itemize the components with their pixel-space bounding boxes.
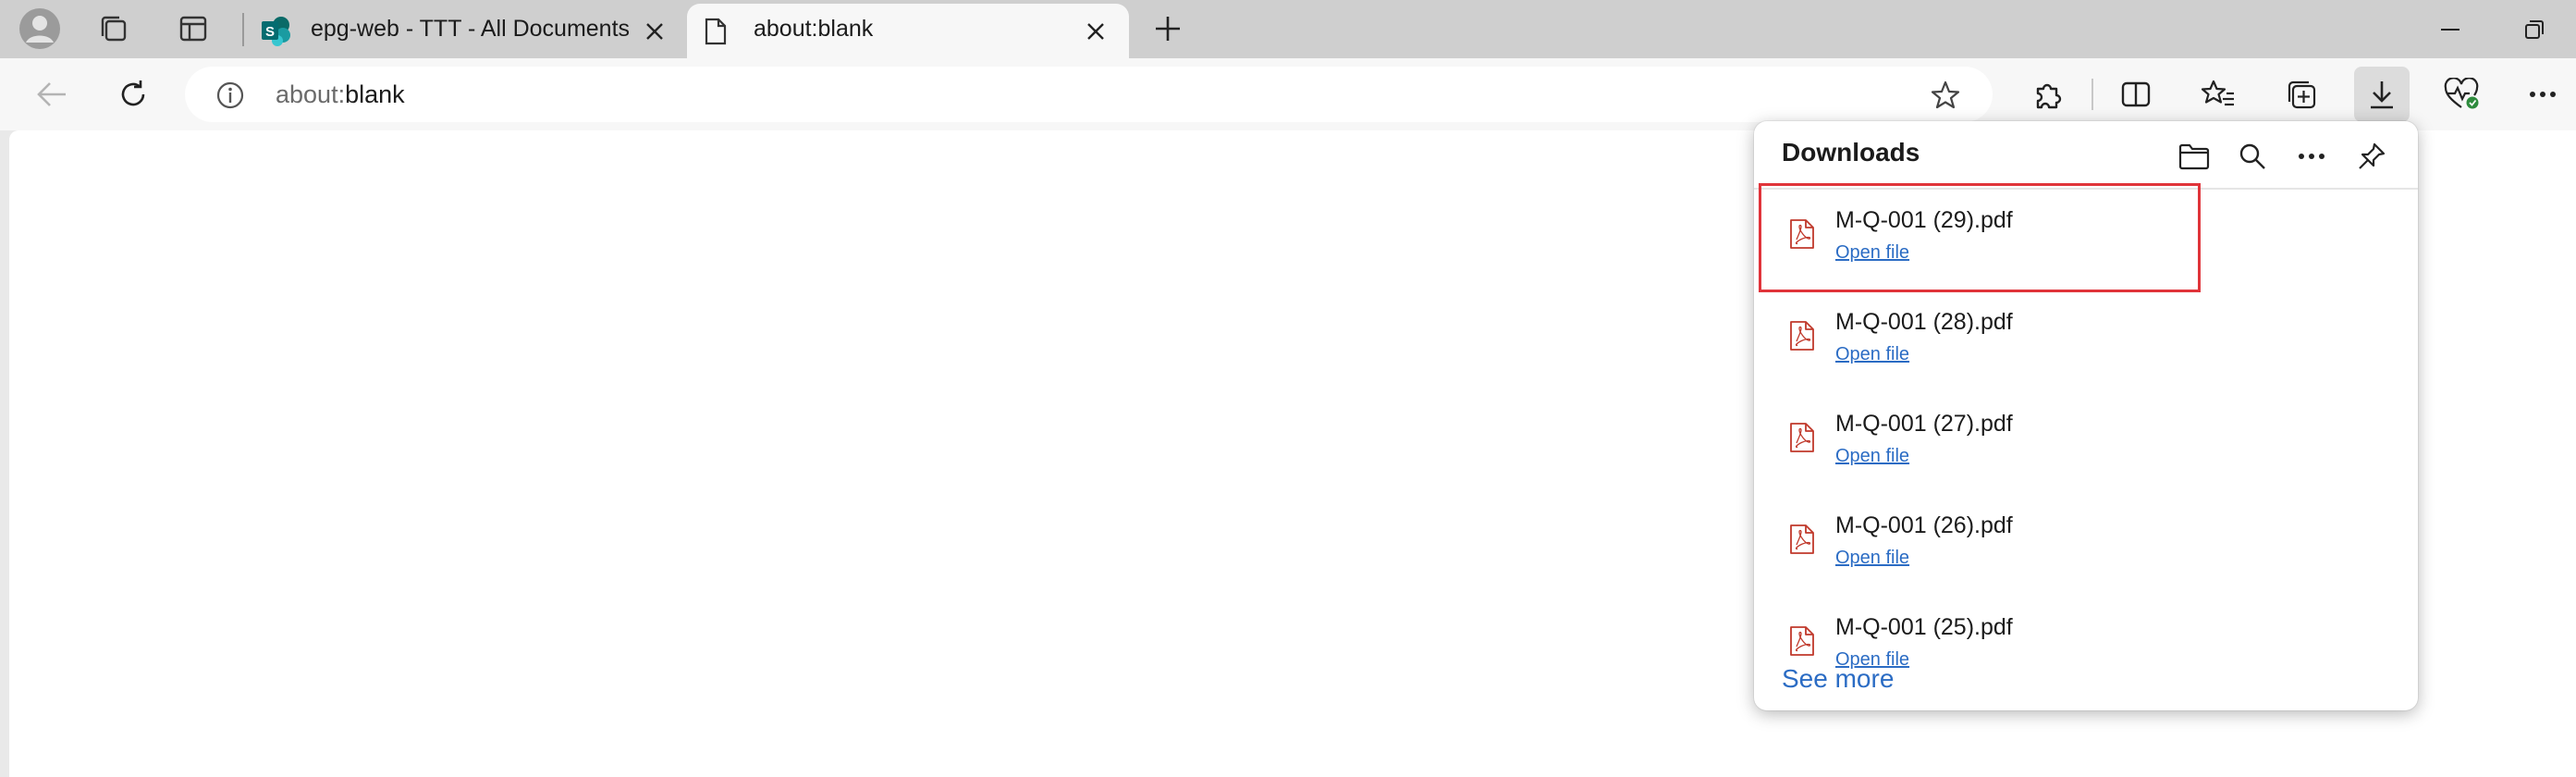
open-file-link[interactable]: Open file xyxy=(1835,548,1909,569)
tab-about-blank[interactable]: about:blank xyxy=(687,4,1129,58)
downloads-button[interactable] xyxy=(2354,67,2410,122)
favorites-list-icon xyxy=(2201,79,2236,110)
split-screen-button[interactable] xyxy=(2108,67,2164,122)
close-icon xyxy=(645,22,664,41)
sharepoint-icon: S xyxy=(261,15,292,46)
collections-icon xyxy=(2285,78,2318,111)
address-scheme: about: xyxy=(276,80,346,108)
tab-close-button[interactable] xyxy=(638,15,671,48)
new-tab-button[interactable] xyxy=(1139,6,1196,51)
download-filename: M-Q-001 (26).pdf xyxy=(1835,512,2013,538)
back-button[interactable] xyxy=(24,67,80,122)
split-screen-icon xyxy=(2120,80,2152,108)
open-file-link[interactable]: Open file xyxy=(1835,446,1909,467)
info-icon[interactable] xyxy=(216,81,244,109)
pdf-file-icon xyxy=(1789,524,1815,555)
search-icon xyxy=(2239,142,2266,170)
back-arrow-icon xyxy=(36,80,67,108)
favorite-star-icon[interactable] xyxy=(1930,80,1961,111)
profile-avatar-icon xyxy=(18,7,61,50)
more-horizontal-icon xyxy=(2529,91,2557,98)
collections-button[interactable] xyxy=(2274,67,2329,122)
download-item[interactable]: M-Q-001 (28).pdf Open file xyxy=(1763,296,2409,385)
more-horizontal-icon xyxy=(2298,153,2325,160)
minimize-icon xyxy=(2441,28,2459,31)
pdf-file-icon xyxy=(1789,625,1815,657)
workspaces-button[interactable] xyxy=(85,6,142,51)
pin-downloads-button[interactable] xyxy=(2346,130,2398,182)
page-icon xyxy=(704,17,728,46)
toolbar: about:blank xyxy=(0,58,2576,130)
download-item[interactable]: M-Q-001 (26).pdf Open file xyxy=(1763,500,2409,588)
downloads-more-options-button[interactable] xyxy=(2286,130,2337,182)
folder-icon xyxy=(2178,142,2210,170)
pdf-file-icon xyxy=(1789,422,1815,453)
tab-title: about:blank xyxy=(754,16,874,42)
minimize-button[interactable] xyxy=(2418,7,2483,52)
favorites-button[interactable] xyxy=(2190,67,2246,122)
vertical-tabs-button[interactable] xyxy=(165,6,222,51)
refresh-button[interactable] xyxy=(105,67,161,122)
pin-icon xyxy=(2357,142,2386,171)
search-downloads-button[interactable] xyxy=(2226,130,2278,182)
highlight-box xyxy=(1759,183,2201,292)
toolbar-separator xyxy=(2091,79,2093,110)
vertical-tabs-icon xyxy=(178,15,208,43)
restore-button[interactable] xyxy=(2502,7,2567,52)
address-rest: blank xyxy=(345,80,405,108)
close-icon xyxy=(1086,22,1105,41)
extensions-button[interactable] xyxy=(2020,67,2076,122)
address-bar[interactable]: about:blank xyxy=(185,67,1993,122)
tab-strip-separator xyxy=(242,13,244,46)
download-icon xyxy=(2368,79,2396,110)
open-downloads-folder-button[interactable] xyxy=(2168,130,2220,182)
plus-icon xyxy=(1154,15,1182,43)
download-filename: M-Q-001 (27).pdf xyxy=(1835,411,2013,437)
refresh-icon xyxy=(117,79,149,110)
pdf-file-icon xyxy=(1789,320,1815,352)
tab-epg-web[interactable]: S epg-web - TTT - All Documents xyxy=(250,4,684,58)
tab-strip: S epg-web - TTT - All Documents about:bl… xyxy=(0,0,2576,58)
open-file-link[interactable]: Open file xyxy=(1835,344,1909,365)
browser-essentials-button[interactable] xyxy=(2435,67,2490,122)
puzzle-icon xyxy=(2032,79,2064,110)
see-more-link[interactable]: See more xyxy=(1782,664,1894,694)
svg-text:S: S xyxy=(265,24,275,40)
heart-pulse-icon xyxy=(2444,78,2481,111)
download-item[interactable]: M-Q-001 (27).pdf Open file xyxy=(1763,398,2409,487)
restore-icon xyxy=(2524,19,2545,40)
download-filename: M-Q-001 (25).pdf xyxy=(1835,614,2013,640)
workspaces-icon xyxy=(98,13,129,44)
downloads-title: Downloads xyxy=(1782,138,1920,166)
profile-button[interactable] xyxy=(11,6,68,51)
address-text: about:blank xyxy=(276,80,405,109)
tab-title: epg-web - TTT - All Documents xyxy=(311,16,631,42)
download-filename: M-Q-001 (28).pdf xyxy=(1835,309,2013,335)
settings-more-button[interactable] xyxy=(2515,67,2570,122)
tab-close-button[interactable] xyxy=(1079,15,1112,48)
